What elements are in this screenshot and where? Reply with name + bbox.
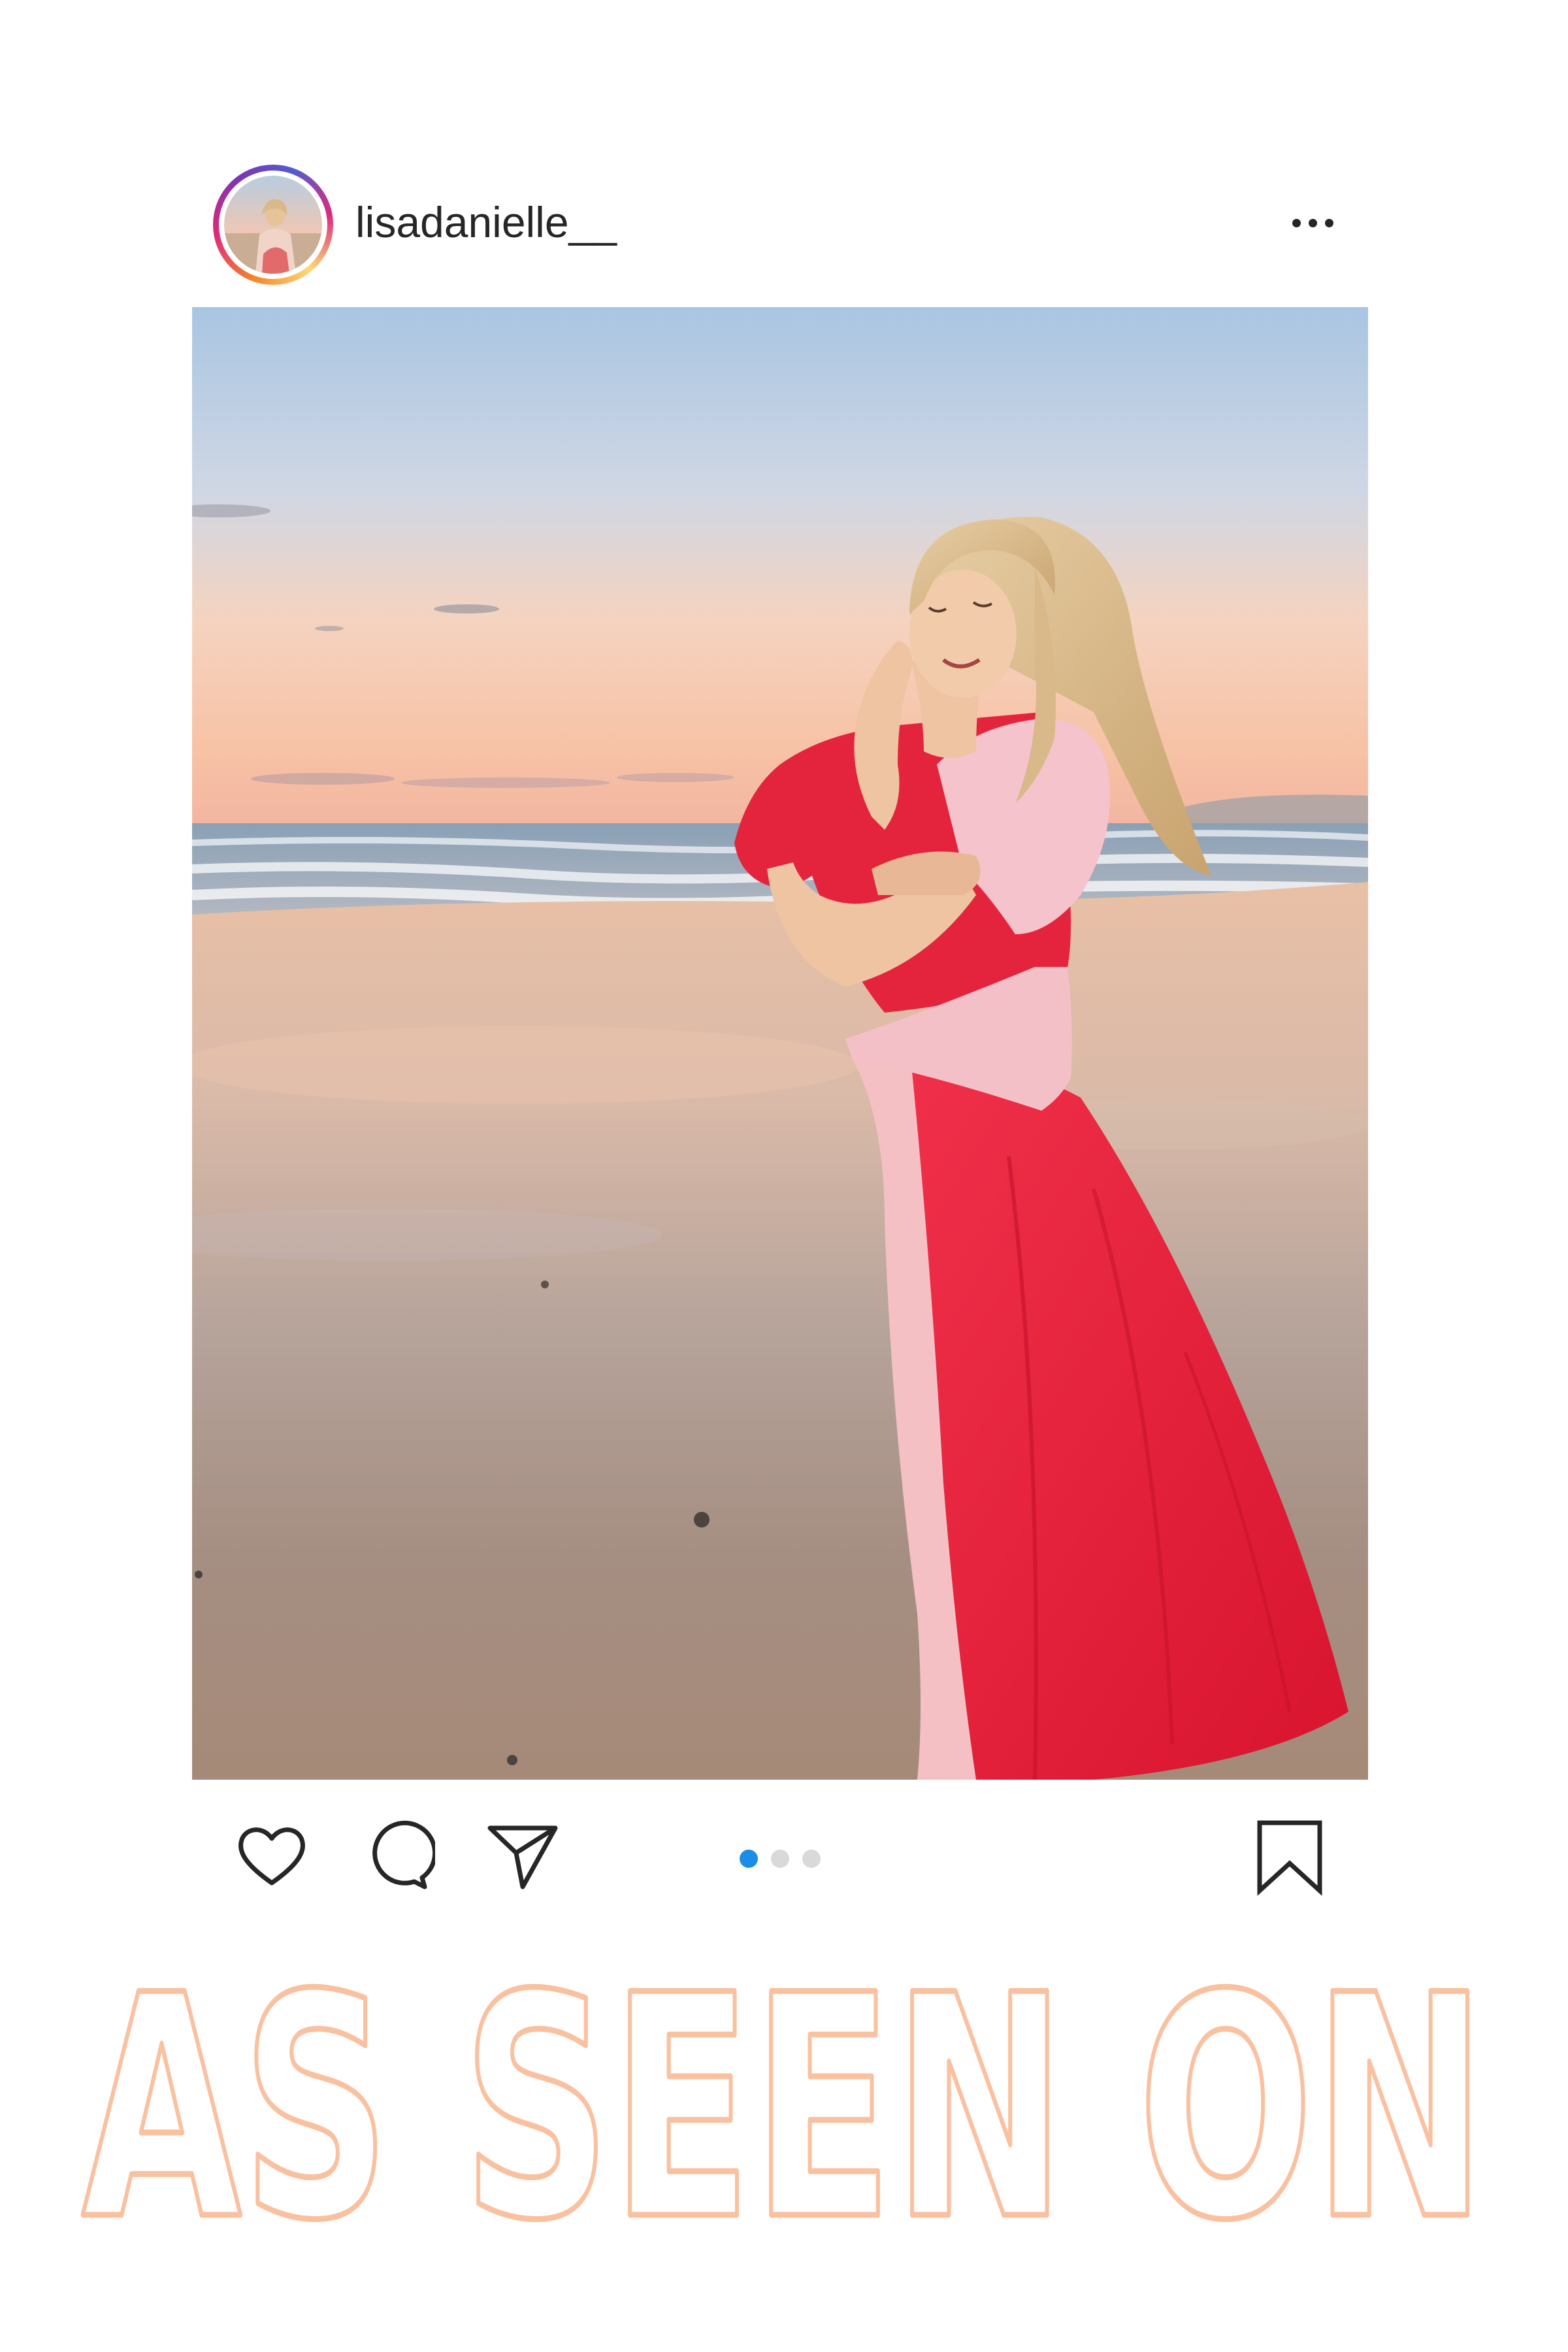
bookmark-icon[interactable] bbox=[1250, 1818, 1329, 1896]
post-photo[interactable] bbox=[192, 307, 1368, 1780]
banner-text: AS SEEN ON bbox=[82, 1947, 1486, 2254]
username[interactable]: lisadanielle__ bbox=[355, 196, 617, 248]
more-options-button[interactable] bbox=[1277, 200, 1348, 246]
carousel-dot bbox=[771, 1850, 789, 1868]
ellipsis-icon bbox=[1292, 218, 1301, 227]
heart-icon[interactable] bbox=[233, 1818, 311, 1896]
avatar[interactable] bbox=[213, 165, 333, 285]
speech-bubble-icon[interactable] bbox=[357, 1818, 438, 1896]
carousel-dot bbox=[802, 1850, 821, 1868]
carousel-dot-active bbox=[740, 1850, 758, 1868]
paper-plane-icon[interactable] bbox=[483, 1818, 562, 1896]
post-action-bar bbox=[192, 1803, 1368, 1908]
avatar-photo bbox=[224, 176, 322, 274]
carousel-indicator bbox=[740, 1848, 825, 1870]
post-header: lisadanielle__ bbox=[192, 161, 1348, 287]
as-seen-on-banner: AS SEEN ON bbox=[59, 1927, 1509, 2291]
